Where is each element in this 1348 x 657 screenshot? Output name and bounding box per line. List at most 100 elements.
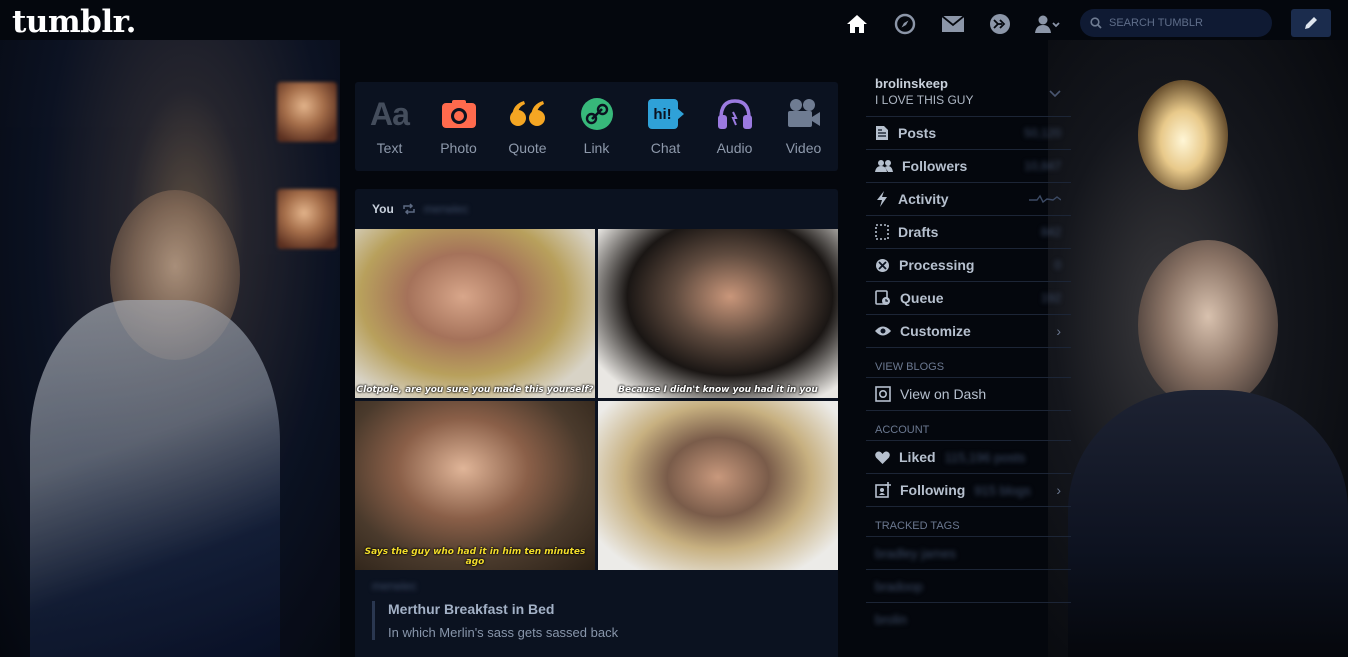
sidebar-item-label: Posts [898, 125, 937, 141]
blog-name: brolinskeep [875, 76, 948, 91]
search-input[interactable] [1109, 17, 1259, 29]
reblogger-name[interactable]: You [372, 202, 394, 216]
following-count: 915 blogs [974, 482, 1031, 498]
sidebar-item-label: View on Dash [900, 386, 987, 402]
sidebar-item-label: Processing [899, 257, 975, 273]
post-type-label: Quote [508, 140, 547, 156]
blog-title: I LOVE THIS GUY [875, 93, 974, 107]
headphones-icon [717, 96, 753, 132]
sidebar-item-activity[interactable]: Activity [866, 182, 1071, 215]
tumblr-logo[interactable]: tumblr. [12, 4, 136, 40]
tracked-tag[interactable]: bradley james [866, 536, 1071, 569]
dashboard-icon [875, 386, 891, 402]
post-type-label: Video [785, 140, 822, 156]
gif-caption: Says the guy who had it in him ten minut… [364, 547, 586, 567]
following-icon [875, 482, 891, 498]
post-type-label: Photo [440, 140, 477, 156]
post-type-text[interactable]: Aa Text [360, 95, 420, 157]
photoset: Clotpole, are you sure you made this you… [355, 229, 838, 570]
sidebar-item-processing[interactable]: Processing 0 [866, 248, 1071, 281]
post-author-avatar[interactable] [277, 189, 337, 249]
activity-sparkline [1029, 194, 1061, 204]
post-type-bar: Aa Text Photo Quote Link hi! Chat Audio … [355, 82, 838, 171]
account-sidebar: brolinskeep I LOVE THIS GUY Posts 50,120… [866, 76, 1071, 635]
gif-caption: Because I didn't know you had it in you [618, 385, 818, 395]
reblog-quote: Merthur Breakfast in Bed In which Merlin… [372, 601, 821, 640]
reblog-icon [403, 203, 415, 215]
quote-icon [509, 96, 546, 132]
tracked-tags-heading: TRACKED TAGS [866, 506, 1071, 536]
video-camera-icon [786, 96, 822, 132]
sidebar-item-posts[interactable]: Posts 50,120 [866, 116, 1071, 149]
heart-icon [875, 451, 890, 464]
sidebar-item-following[interactable]: Following 915 blogs › [866, 473, 1071, 506]
text-icon: Aa [370, 95, 410, 132]
liked-count: 115,196 posts [944, 449, 1026, 465]
source-blog-name[interactable]: merwiec [424, 202, 469, 216]
tag-label: bradoop [875, 578, 923, 594]
activity-icon[interactable] [986, 10, 1014, 38]
dashboard-post: You merwiec Clotpole, are you sure you m… [355, 189, 838, 657]
background-figure-body [1068, 390, 1348, 657]
view-blogs-heading: VIEW BLOGS [866, 347, 1071, 377]
home-icon[interactable] [843, 10, 871, 38]
blog-header[interactable]: brolinskeep I LOVE THIS GUY [866, 76, 1071, 116]
post-type-photo[interactable]: Photo [429, 96, 489, 156]
sidebar-item-liked[interactable]: Liked 115,196 posts [866, 440, 1071, 473]
followers-icon [875, 160, 893, 172]
background-figure-body [30, 300, 280, 657]
sidebar-item-queue[interactable]: Queue 192 [866, 281, 1071, 314]
sidebar-item-drafts[interactable]: Drafts 842 [866, 215, 1071, 248]
tag-label: brolin [875, 611, 907, 627]
post-body: merwiec Merthur Breakfast in Bed In whic… [372, 579, 821, 640]
chevron-right-icon: › [1056, 482, 1061, 498]
tracked-tag[interactable]: brolin [866, 602, 1071, 635]
sidebar-item-count: 842 [1040, 225, 1061, 239]
post-title: Merthur Breakfast in Bed [388, 601, 555, 617]
processing-icon [876, 258, 889, 272]
posts-icon [876, 126, 888, 140]
sidebar-item-count: 192 [1040, 291, 1061, 305]
post-type-label: Audio [716, 140, 753, 156]
link-icon [580, 96, 614, 132]
sidebar-item-label: Queue [900, 290, 944, 306]
queue-icon [875, 290, 890, 305]
compose-button[interactable] [1291, 9, 1331, 37]
inbox-icon[interactable] [939, 10, 967, 38]
sidebar-item-label: Following [900, 482, 966, 498]
gif-clotpole[interactable]: Clotpole, are you sure you made this you… [355, 229, 595, 398]
body-blog-name[interactable]: merwiec [372, 579, 821, 593]
view-on-dash-link[interactable]: View on Dash [866, 377, 1071, 410]
post-type-chat[interactable]: hi! Chat [636, 96, 696, 156]
post-type-label: Text [376, 140, 403, 156]
gif-bed[interactable] [598, 401, 838, 570]
sidebar-item-label: Customize [900, 323, 971, 339]
search-bar[interactable] [1080, 9, 1272, 37]
gif-because[interactable]: Because I didn't know you had it in you [598, 229, 838, 398]
post-header: You merwiec [355, 189, 838, 229]
lightning-icon [877, 191, 887, 207]
sidebar-item-label: Liked [899, 449, 936, 465]
account-heading: ACCOUNT [866, 410, 1071, 440]
post-type-link[interactable]: Link [567, 96, 627, 156]
explore-icon[interactable] [891, 10, 919, 38]
chevron-down-icon[interactable] [1049, 90, 1061, 98]
gif-caption: Clotpole, are you sure you made this you… [356, 385, 594, 395]
sidebar-item-label: Activity [898, 191, 949, 207]
post-type-quote[interactable]: Quote [498, 96, 558, 156]
user-avatar[interactable] [277, 82, 337, 142]
post-type-label: Chat [650, 140, 681, 156]
sidebar-item-count: 50,120 [1024, 126, 1061, 140]
sidebar-item-label: Drafts [898, 224, 939, 240]
sidebar-item-customize[interactable]: Customize › [866, 314, 1071, 347]
drafts-icon [875, 224, 889, 240]
search-icon [1090, 17, 1102, 29]
post-type-video[interactable]: Video [774, 96, 834, 156]
tracked-tag[interactable]: bradoop [866, 569, 1071, 602]
sidebar-item-followers[interactable]: Followers 10,847 [866, 149, 1071, 182]
post-type-audio[interactable]: Audio [705, 96, 765, 156]
tag-label: bradley james [875, 545, 956, 561]
chevron-right-icon: › [1056, 323, 1061, 339]
gif-says-the-guy[interactable]: Says the guy who had it in him ten minut… [355, 401, 595, 570]
account-icon[interactable] [1034, 10, 1062, 38]
